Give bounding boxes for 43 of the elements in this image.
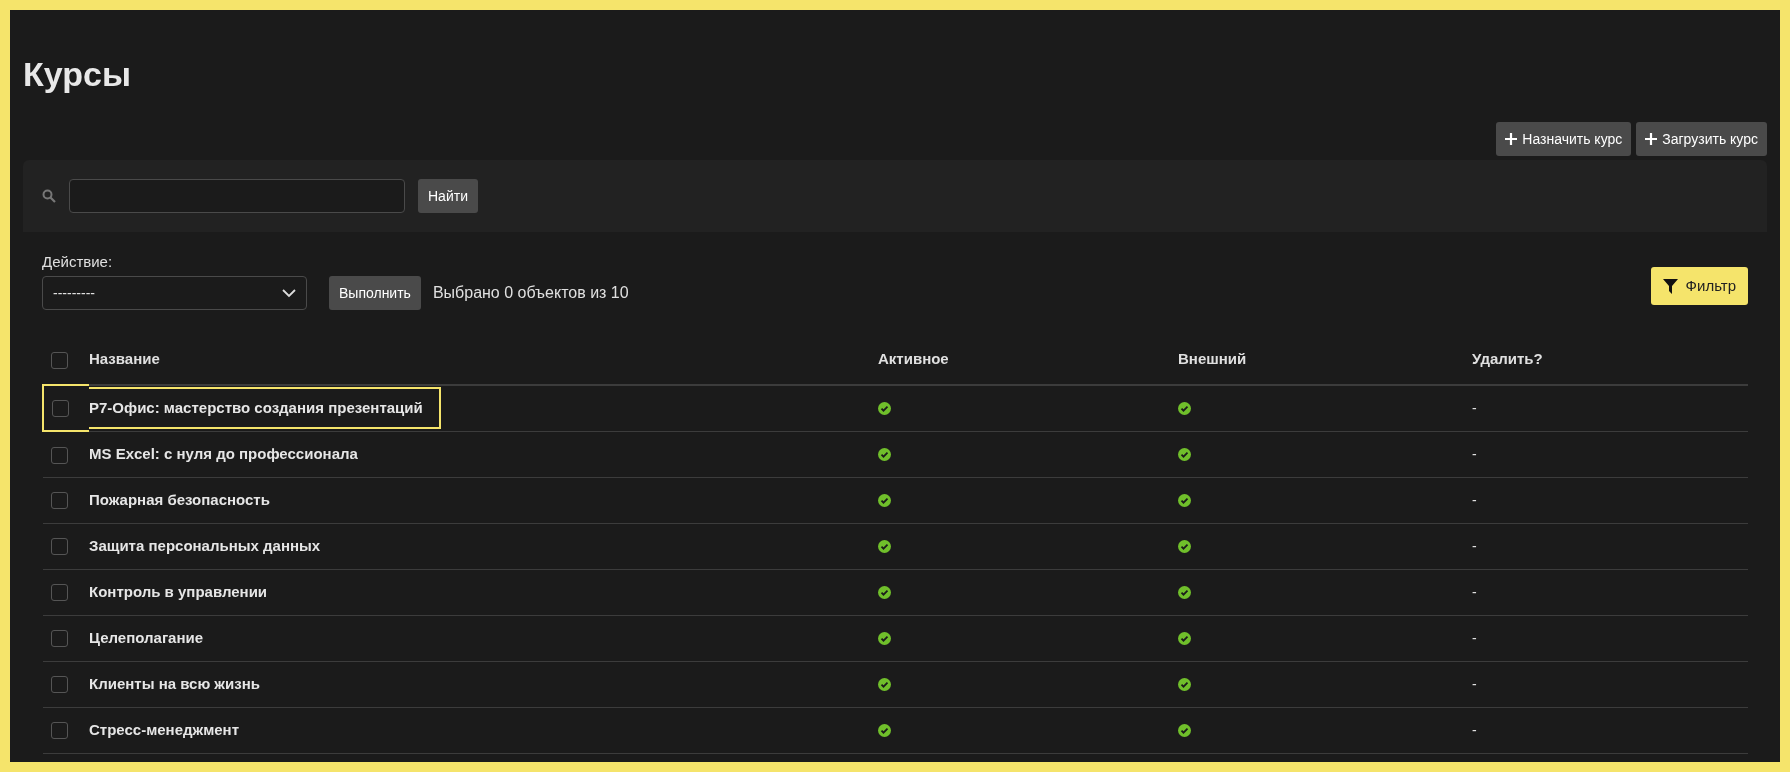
plus-icon	[1645, 133, 1658, 145]
filter-button[interactable]: Фильтр	[1650, 267, 1748, 305]
search-field[interactable]	[69, 179, 405, 213]
table-cell: -	[1472, 721, 1477, 738]
selection-counter: Выбрано 0 объектов из 10	[432, 283, 629, 303]
page-title: Курсы	[23, 54, 131, 94]
row-checkbox[interactable]	[51, 676, 68, 694]
action-select[interactable]: ---------	[42, 276, 307, 310]
find-button[interactable]: Найти	[418, 179, 478, 213]
table-cell: -	[1472, 675, 1477, 692]
column-header: Удалить?	[1472, 350, 1543, 368]
chevron-down-icon	[282, 288, 296, 298]
header-action-button[interactable]: Назначить курс	[1496, 122, 1632, 156]
funnel-icon	[1662, 278, 1678, 294]
row-checkbox[interactable]	[51, 584, 68, 602]
search-icon	[42, 189, 56, 203]
plus-icon	[1505, 133, 1518, 145]
table-cell: -	[1472, 537, 1477, 554]
run-button[interactable]: Выполнить	[329, 276, 421, 310]
course-name-link[interactable]: Защита персональных данных	[89, 536, 321, 554]
table-cell: -	[1472, 400, 1477, 416]
course-name-link[interactable]: MS Excel: с нуля до профессионала	[89, 444, 358, 462]
row-checkbox[interactable]	[51, 492, 68, 510]
row-checkbox[interactable]	[51, 722, 68, 740]
action-label: Действие:	[42, 252, 113, 272]
header-action-button[interactable]: Загрузить курс	[1636, 122, 1767, 156]
row-checkbox[interactable]	[51, 630, 68, 648]
course-name-link[interactable]: Пожарная безопасность	[89, 490, 270, 508]
column-header: Внешний	[1178, 350, 1247, 368]
table-cell: -	[1472, 583, 1477, 600]
course-name-link[interactable]: Контроль в управлении	[89, 582, 268, 600]
row-checkbox[interactable]	[51, 446, 68, 464]
course-name-link[interactable]: Клиенты на всю жизнь	[89, 674, 260, 692]
column-header: Активное	[878, 350, 949, 368]
column-header: Название	[89, 350, 160, 368]
course-name-link[interactable]: Целеполагание	[89, 628, 204, 646]
table-cell: -	[1472, 491, 1477, 508]
row-checkbox[interactable]	[51, 538, 68, 556]
row-checkbox[interactable]	[52, 400, 69, 418]
course-name-link[interactable]: Стресс-менеджмент	[89, 720, 239, 738]
table-cell: -	[1472, 629, 1477, 646]
table-cell: -	[1472, 445, 1477, 462]
select-all-checkbox[interactable]	[51, 351, 68, 369]
